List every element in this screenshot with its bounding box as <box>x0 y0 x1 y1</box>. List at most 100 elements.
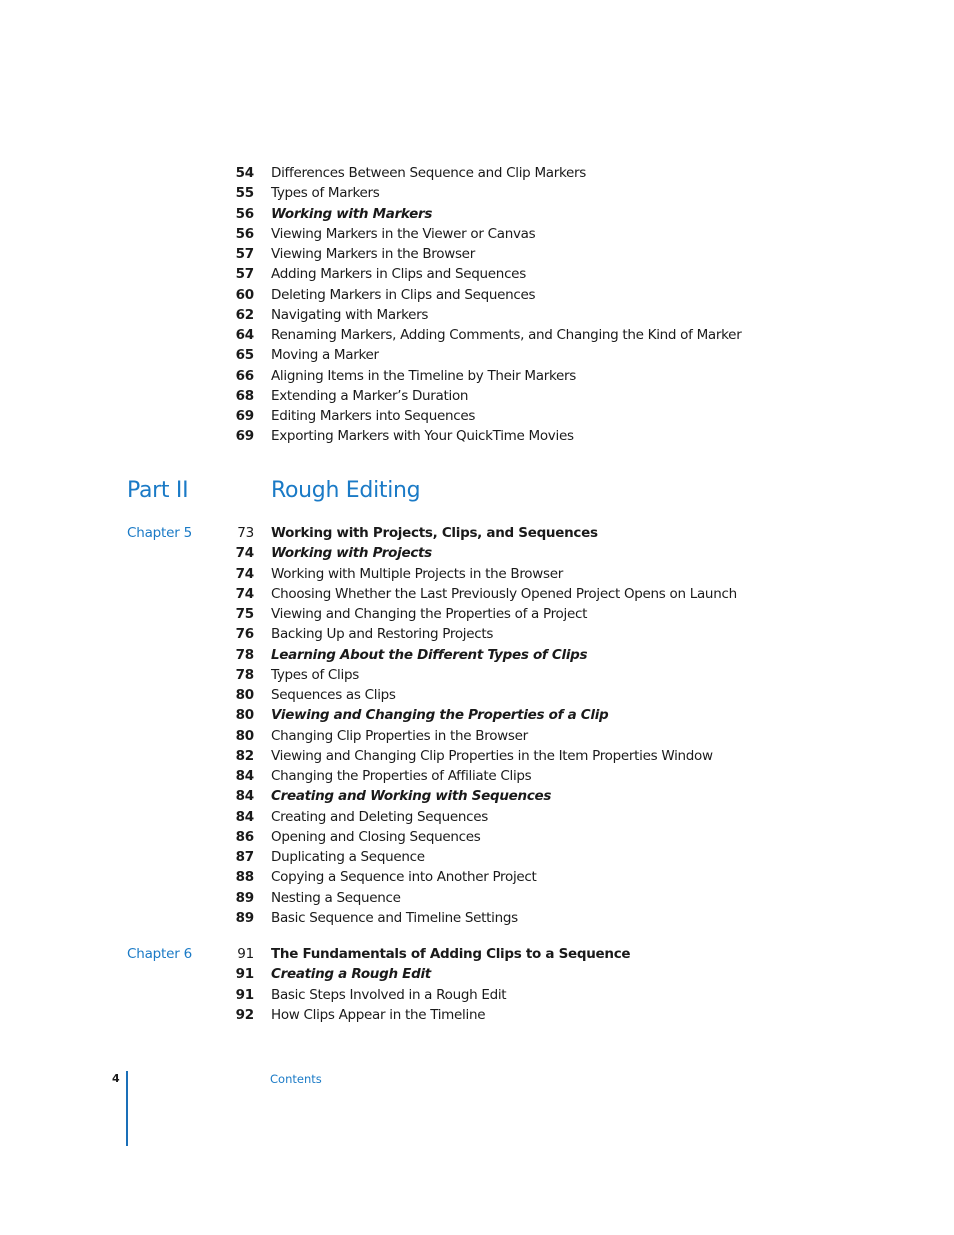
toc-page-number: 89 <box>235 889 255 906</box>
toc-entry[interactable]: 80 Sequences as Clips <box>0 685 954 705</box>
toc-section-heading[interactable]: Working with Projects <box>271 543 432 563</box>
toc-entry-title[interactable]: How Clips Appear in the Timeline <box>271 1005 486 1025</box>
toc-entry-title[interactable]: Basic Steps Involved in a Rough Edit <box>271 985 507 1005</box>
toc-page-number: 91 <box>235 986 255 1003</box>
toc-page-number: 56 <box>235 205 255 222</box>
toc-entry[interactable]: 91 Basic Steps Involved in a Rough Edit <box>0 985 954 1005</box>
toc-entry[interactable]: 88 Copying a Sequence into Another Projec… <box>0 867 954 887</box>
toc-entry-title[interactable]: Duplicating a Sequence <box>271 847 425 867</box>
toc-section-heading[interactable]: Creating and Working with Sequences <box>271 786 551 806</box>
toc-entry[interactable]: 87 Duplicating a Sequence <box>0 847 954 867</box>
toc-entry[interactable]: 80 Viewing and Changing the Properties of… <box>0 705 954 725</box>
toc-entry[interactable]: 86 Opening and Closing Sequences <box>0 827 954 847</box>
toc-entry[interactable]: 76 Backing Up and Restoring Projects <box>0 624 954 644</box>
toc-page-number: 62 <box>235 306 255 323</box>
toc-page-number: 55 <box>235 185 255 202</box>
toc-page-number: 66 <box>235 367 255 384</box>
toc-entry[interactable]: 56 Working with Markers <box>0 204 954 224</box>
toc-entry-title[interactable]: Opening and Closing Sequences <box>271 827 481 847</box>
toc-entry-title[interactable]: Adding Markers in Clips and Sequences <box>271 264 526 284</box>
toc-section-heading[interactable]: Working with Markers <box>271 204 432 224</box>
toc-entry-title[interactable]: Types of Clips <box>271 665 359 685</box>
toc-section-heading[interactable]: Learning About the Different Types of Cl… <box>271 645 588 665</box>
footer-rule <box>126 1071 128 1146</box>
toc-page-number: 84 <box>235 788 255 805</box>
part-label: Part II <box>127 478 189 503</box>
toc-entry-title[interactable]: Moving a Marker <box>271 345 379 365</box>
toc-entry[interactable]: 69 Editing Markers into Sequences <box>0 406 954 426</box>
toc-chapter-title[interactable]: Working with Projects, Clips, and Sequen… <box>271 523 598 543</box>
toc-page-number: 76 <box>235 626 255 643</box>
toc-entry[interactable]: 60 Deleting Markers in Clips and Sequence… <box>0 285 954 305</box>
toc-entry[interactable]: 82 Viewing and Changing Clip Properties i… <box>0 746 954 766</box>
toc-entry[interactable]: 57 Adding Markers in Clips and Sequences <box>0 264 954 284</box>
toc-entry-title[interactable]: Backing Up and Restoring Projects <box>271 624 493 644</box>
toc-entry[interactable]: 89 Basic Sequence and Timeline Settings <box>0 908 954 928</box>
toc-entry-title[interactable]: Navigating with Markers <box>271 305 428 325</box>
toc-page-number: 54 <box>235 165 255 181</box>
toc-page-number: 57 <box>235 266 255 283</box>
chapter-5-label[interactable]: Chapter 5 <box>127 523 192 543</box>
toc-page-number: 80 <box>235 727 255 744</box>
toc-entry[interactable]: 89 Nesting a Sequence <box>0 888 954 908</box>
toc-entry[interactable]: 64 Renaming Markers, Adding Comments, and… <box>0 325 954 345</box>
toc-entry[interactable]: 55 Types of Markers <box>0 183 954 203</box>
toc-entry-title[interactable]: Choosing Whether the Last Previously Ope… <box>271 584 737 604</box>
toc-entry-title[interactable]: Basic Sequence and Timeline Settings <box>271 908 518 928</box>
toc-entry-title[interactable]: Viewing Markers in the Browser <box>271 244 475 264</box>
toc-entry[interactable]: 68 Extending a Marker’s Duration <box>0 386 954 406</box>
toc-entry[interactable]: 69 Exporting Markers with Your QuickTime … <box>0 426 954 446</box>
toc-entry-title[interactable]: Copying a Sequence into Another Project <box>271 867 537 887</box>
toc-entry[interactable]: 78 Types of Clips <box>0 665 954 685</box>
toc-entry-title[interactable]: Viewing and Changing Clip Properties in … <box>271 746 713 766</box>
toc-page-number: 86 <box>235 828 255 845</box>
toc-page-number: 56 <box>235 225 255 242</box>
toc-entry[interactable]: 84 Creating and Working with Sequences <box>0 786 954 806</box>
toc-entry-title[interactable]: Editing Markers into Sequences <box>271 406 475 426</box>
toc-chapter-title[interactable]: The Fundamentals of Adding Clips to a Se… <box>271 944 631 964</box>
toc-entry[interactable]: 75 Viewing and Changing the Properties of… <box>0 604 954 624</box>
toc-entry[interactable]: 74 Working with Projects <box>0 543 954 563</box>
toc-entry[interactable]: 84 Changing the Properties of Affiliate C… <box>0 766 954 786</box>
toc-page-number: 60 <box>235 286 255 303</box>
toc-entry-title[interactable]: Viewing Markers in the Viewer or Canvas <box>271 224 536 244</box>
toc-page-number: 82 <box>235 747 255 764</box>
toc-entry[interactable]: 57 Viewing Markers in the Browser <box>0 244 954 264</box>
toc-entry[interactable]: 91 Creating a Rough Edit <box>0 964 954 984</box>
toc-section-heading[interactable]: Viewing and Changing the Properties of a… <box>271 705 609 725</box>
toc-entry[interactable]: 74 Choosing Whether the Last Previously O… <box>0 584 954 604</box>
part-title: Rough Editing <box>271 478 421 503</box>
footer-page-number: 4 <box>112 1072 120 1085</box>
toc-entry-title[interactable]: Nesting a Sequence <box>271 888 401 908</box>
toc-entry-title[interactable]: Sequences as Clips <box>271 685 396 705</box>
toc-entry-title[interactable]: Renaming Markers, Adding Comments, and C… <box>271 325 742 345</box>
toc-entry-title[interactable]: Deleting Markers in Clips and Sequences <box>271 285 536 305</box>
toc-entry-title[interactable]: Creating and Deleting Sequences <box>271 807 488 827</box>
toc-entry[interactable]: 74 Working with Multiple Projects in the … <box>0 564 954 584</box>
toc-entry[interactable]: 66 Aligning Items in the Timeline by Thei… <box>0 366 954 386</box>
toc-entry-title[interactable]: Working with Multiple Projects in the Br… <box>271 564 563 584</box>
toc-section-heading[interactable]: Creating a Rough Edit <box>271 964 431 984</box>
toc-entry[interactable]: 65 Moving a Marker <box>0 345 954 365</box>
toc-page-number: 78 <box>235 666 255 683</box>
toc-entry-title[interactable]: Viewing and Changing the Properties of a… <box>271 604 587 624</box>
chapter-6-label[interactable]: Chapter 6 <box>127 944 192 964</box>
toc-entry-title[interactable]: Aligning Items in the Timeline by Their … <box>271 366 576 386</box>
toc-entry[interactable]: 84 Creating and Deleting Sequences <box>0 807 954 827</box>
toc-entry-title[interactable]: Differences Between Sequence and Clip Ma… <box>271 163 586 183</box>
toc-entry[interactable]: 80 Changing Clip Properties in the Browse… <box>0 726 954 746</box>
toc-entry[interactable]: 54 Differences Between Sequence and Clip … <box>0 163 954 183</box>
toc-entry[interactable]: 56 Viewing Markers in the Viewer or Canva… <box>0 224 954 244</box>
toc-entry[interactable]: 62 Navigating with Markers <box>0 305 954 325</box>
toc-page-number: 73 <box>237 525 254 541</box>
toc-entry-title[interactable]: Exporting Markers with Your QuickTime Mo… <box>271 426 574 446</box>
toc-entry[interactable]: 78 Learning About the Different Types of … <box>0 645 954 665</box>
toc-page-number: 74 <box>235 565 255 582</box>
toc-entry-title[interactable]: Changing Clip Properties in the Browser <box>271 726 528 746</box>
toc-entry-title[interactable]: Extending a Marker’s Duration <box>271 386 469 406</box>
toc-entry[interactable]: 92 How Clips Appear in the Timeline <box>0 1005 954 1025</box>
toc-entry-title[interactable]: Types of Markers <box>271 183 380 203</box>
toc-page-number: 75 <box>235 606 255 622</box>
toc-entry-title[interactable]: Changing the Properties of Affiliate Cli… <box>271 766 532 786</box>
toc-page-number: 84 <box>235 808 255 825</box>
